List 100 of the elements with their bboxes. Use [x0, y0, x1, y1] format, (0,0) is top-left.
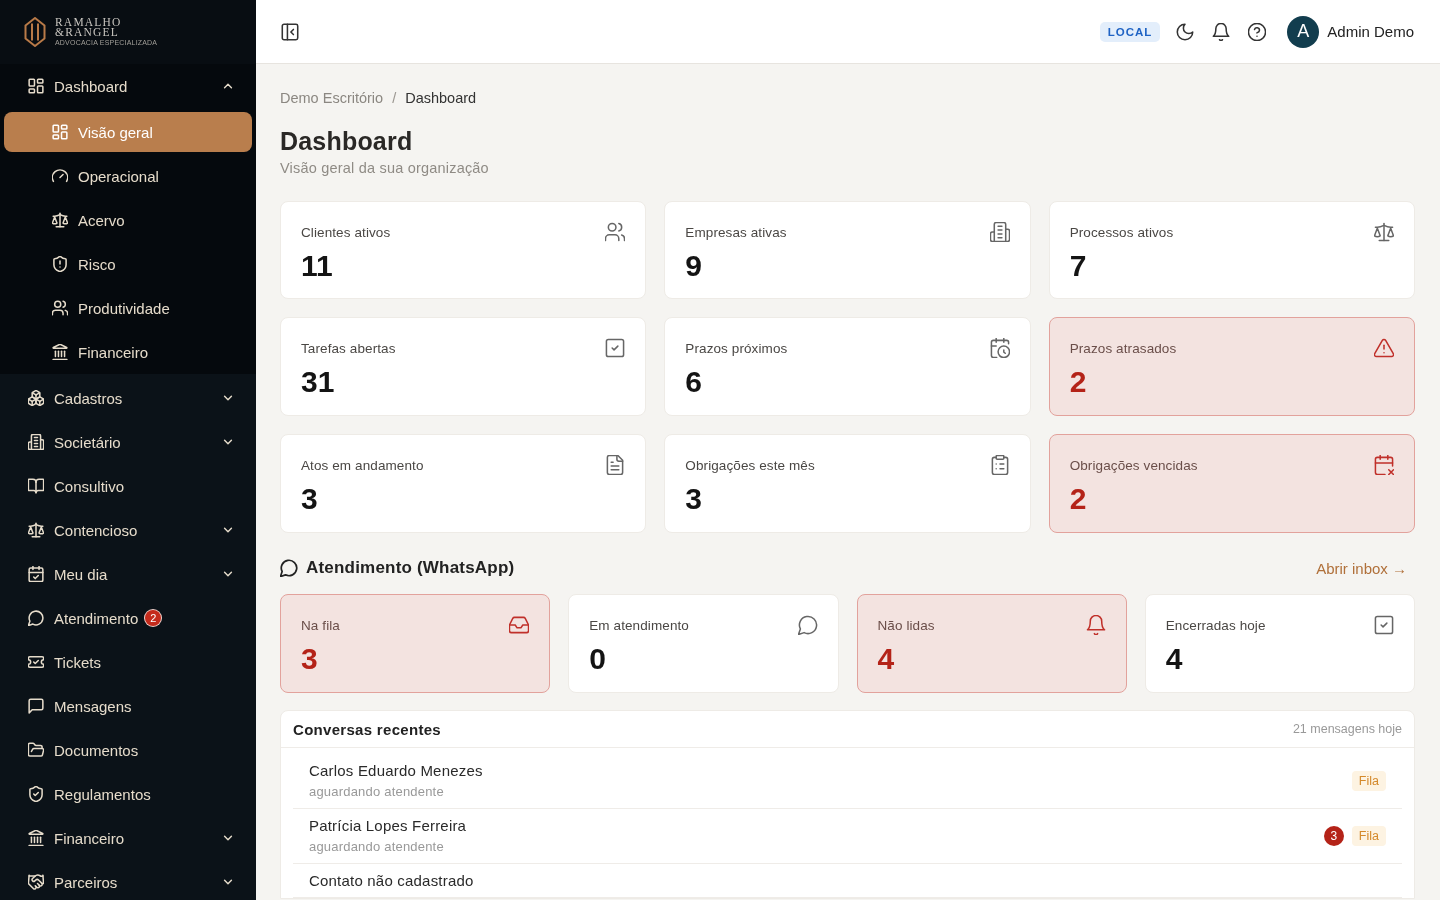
nav-item[interactable]: Societário	[0, 420, 256, 464]
checkbox-icon	[605, 338, 626, 358]
bank-icon	[52, 344, 68, 360]
stat-value: 9	[685, 249, 702, 283]
nav-item[interactable]: Parceiros	[0, 860, 256, 900]
shield-alert-icon	[52, 256, 68, 272]
chat-bubble-icon	[797, 615, 818, 635]
nav-item[interactable]: Cadastros	[0, 376, 256, 420]
handshake-icon	[28, 874, 44, 890]
conversation-row[interactable]: Patrícia Lopes Ferreira aguardando atendente 3 Fila	[293, 809, 1402, 864]
nav-subitem[interactable]: Risco	[4, 244, 252, 284]
conversation-row[interactable]: Carlos Eduardo Menezes aguardando atendente Fila	[293, 754, 1402, 809]
open-book-icon	[28, 478, 44, 494]
nav-subitem[interactable]: Operacional	[4, 156, 252, 196]
breadcrumb-separator: /	[392, 89, 397, 108]
calendar-clock-icon	[989, 338, 1010, 358]
stat-value: 2	[1069, 365, 1087, 399]
nav-item[interactable]: Meu dia	[0, 552, 256, 596]
stat-label: Obrigações vencidas	[1069, 457, 1198, 473]
document-icon	[605, 455, 626, 475]
panel-title: Conversas recentes	[293, 720, 441, 738]
conversation-row[interactable]: Contato não cadastrado	[293, 864, 1402, 898]
stat-label: Prazos próximos	[685, 340, 788, 356]
stat-label: Encerradas hoje	[1165, 617, 1266, 633]
chat-bubble-icon	[28, 610, 44, 626]
shield-check-icon	[28, 786, 44, 802]
queue-tag: Fila	[1351, 826, 1386, 846]
count-badge: 2	[145, 610, 162, 626]
stat-label: Obrigações este mês	[685, 457, 815, 473]
breadcrumb-item: Dashboard	[405, 89, 477, 108]
stat-value: 4	[877, 642, 895, 676]
stat-label: Processos ativos	[1069, 224, 1174, 240]
user-menu-button[interactable]: A Admin Demo	[1287, 15, 1414, 48]
nav-item[interactable]: Contencioso	[0, 508, 256, 552]
stat-label: Clientes ativos	[301, 224, 391, 240]
stat-label: Empresas ativas	[685, 224, 787, 240]
contact-name: Carlos Eduardo Menezes	[309, 762, 483, 779]
help-icon	[1248, 22, 1267, 41]
logo-text: &RANGEL	[55, 27, 119, 37]
stat-label: Em atendimento	[589, 617, 689, 633]
building-icon	[28, 434, 44, 450]
inbox-icon	[509, 615, 530, 635]
nav-item[interactable]: Mensagens	[0, 684, 256, 728]
stat-label: Na fila	[301, 617, 340, 633]
stat-value: 3	[685, 482, 702, 516]
bell-icon	[1212, 22, 1231, 41]
scale-icon	[28, 522, 44, 538]
stat-value: 31	[301, 365, 335, 399]
unread-count-badge: 3	[1323, 826, 1344, 846]
section-title: Atendimento (WhatsApp)	[306, 558, 515, 578]
stat-value: 7	[1069, 249, 1087, 283]
nav-item[interactable]: Regulamentos	[0, 772, 256, 816]
stat-label: Tarefas abertas	[301, 340, 396, 356]
bell-icon	[1085, 615, 1106, 635]
nav-subitem[interactable]: Acervo	[4, 200, 252, 240]
panel-collapse-icon	[281, 22, 299, 41]
nav-subitem[interactable]: Financeiro	[4, 332, 252, 372]
open-inbox-link[interactable]: Abrir inbox →	[1316, 559, 1407, 577]
calendar-check-icon	[28, 566, 44, 582]
conversation-status: aguardando atendente	[309, 839, 444, 855]
scale-icon	[1374, 222, 1394, 242]
logo-emblem-icon	[24, 17, 46, 47]
stat-label: Não lidas	[877, 617, 935, 633]
warning-icon	[1374, 338, 1394, 358]
environment-badge: LOCAL	[1099, 21, 1161, 42]
ticket-icon	[28, 654, 44, 670]
logo-text: RAMALHO	[55, 17, 122, 27]
nav-item[interactable]: Dashboard	[0, 64, 256, 108]
clipboard-icon	[989, 455, 1010, 475]
nav-subitem[interactable]: Produtividade	[4, 288, 252, 328]
calendar-x-icon	[1374, 455, 1394, 475]
page-title: Dashboard	[280, 126, 413, 156]
conversation-status: aguardando atendente	[309, 784, 444, 800]
stat-label: Prazos atrasados	[1069, 340, 1177, 356]
layout-grid-icon	[52, 124, 68, 140]
stat-value: 11	[301, 249, 333, 283]
stat-value: 3	[301, 482, 318, 516]
contact-name: Contato não cadastrado	[309, 872, 474, 889]
boxes-icon	[28, 390, 44, 406]
message-count: 21 mensagens hoje	[1292, 722, 1402, 736]
bank-icon	[28, 830, 44, 846]
stat-value: 2	[1069, 482, 1087, 516]
nav-item[interactable]: Documentos	[0, 728, 256, 772]
sidebar-toggle-button[interactable]	[280, 21, 300, 42]
checkbox-icon	[1374, 615, 1394, 635]
layout-grid-icon	[28, 78, 44, 94]
stat-value: 6	[685, 365, 702, 399]
nav-item[interactable]: Consultivo	[0, 464, 256, 508]
stat-label: Atos em andamento	[301, 457, 424, 473]
avatar: A	[1287, 15, 1320, 48]
folder-icon	[28, 742, 44, 758]
gauge-icon	[52, 168, 68, 184]
nav-item[interactable]: Atendimento 2	[0, 596, 256, 640]
building-icon	[989, 222, 1010, 242]
speech-bubble-icon	[28, 698, 44, 714]
page-subtitle: Visão geral da sua organização	[280, 159, 489, 178]
nav-item[interactable]: Tickets	[0, 640, 256, 684]
nav-item[interactable]: Financeiro	[0, 816, 256, 860]
stat-value: 3	[301, 642, 318, 676]
stat-value: 0	[589, 642, 606, 676]
